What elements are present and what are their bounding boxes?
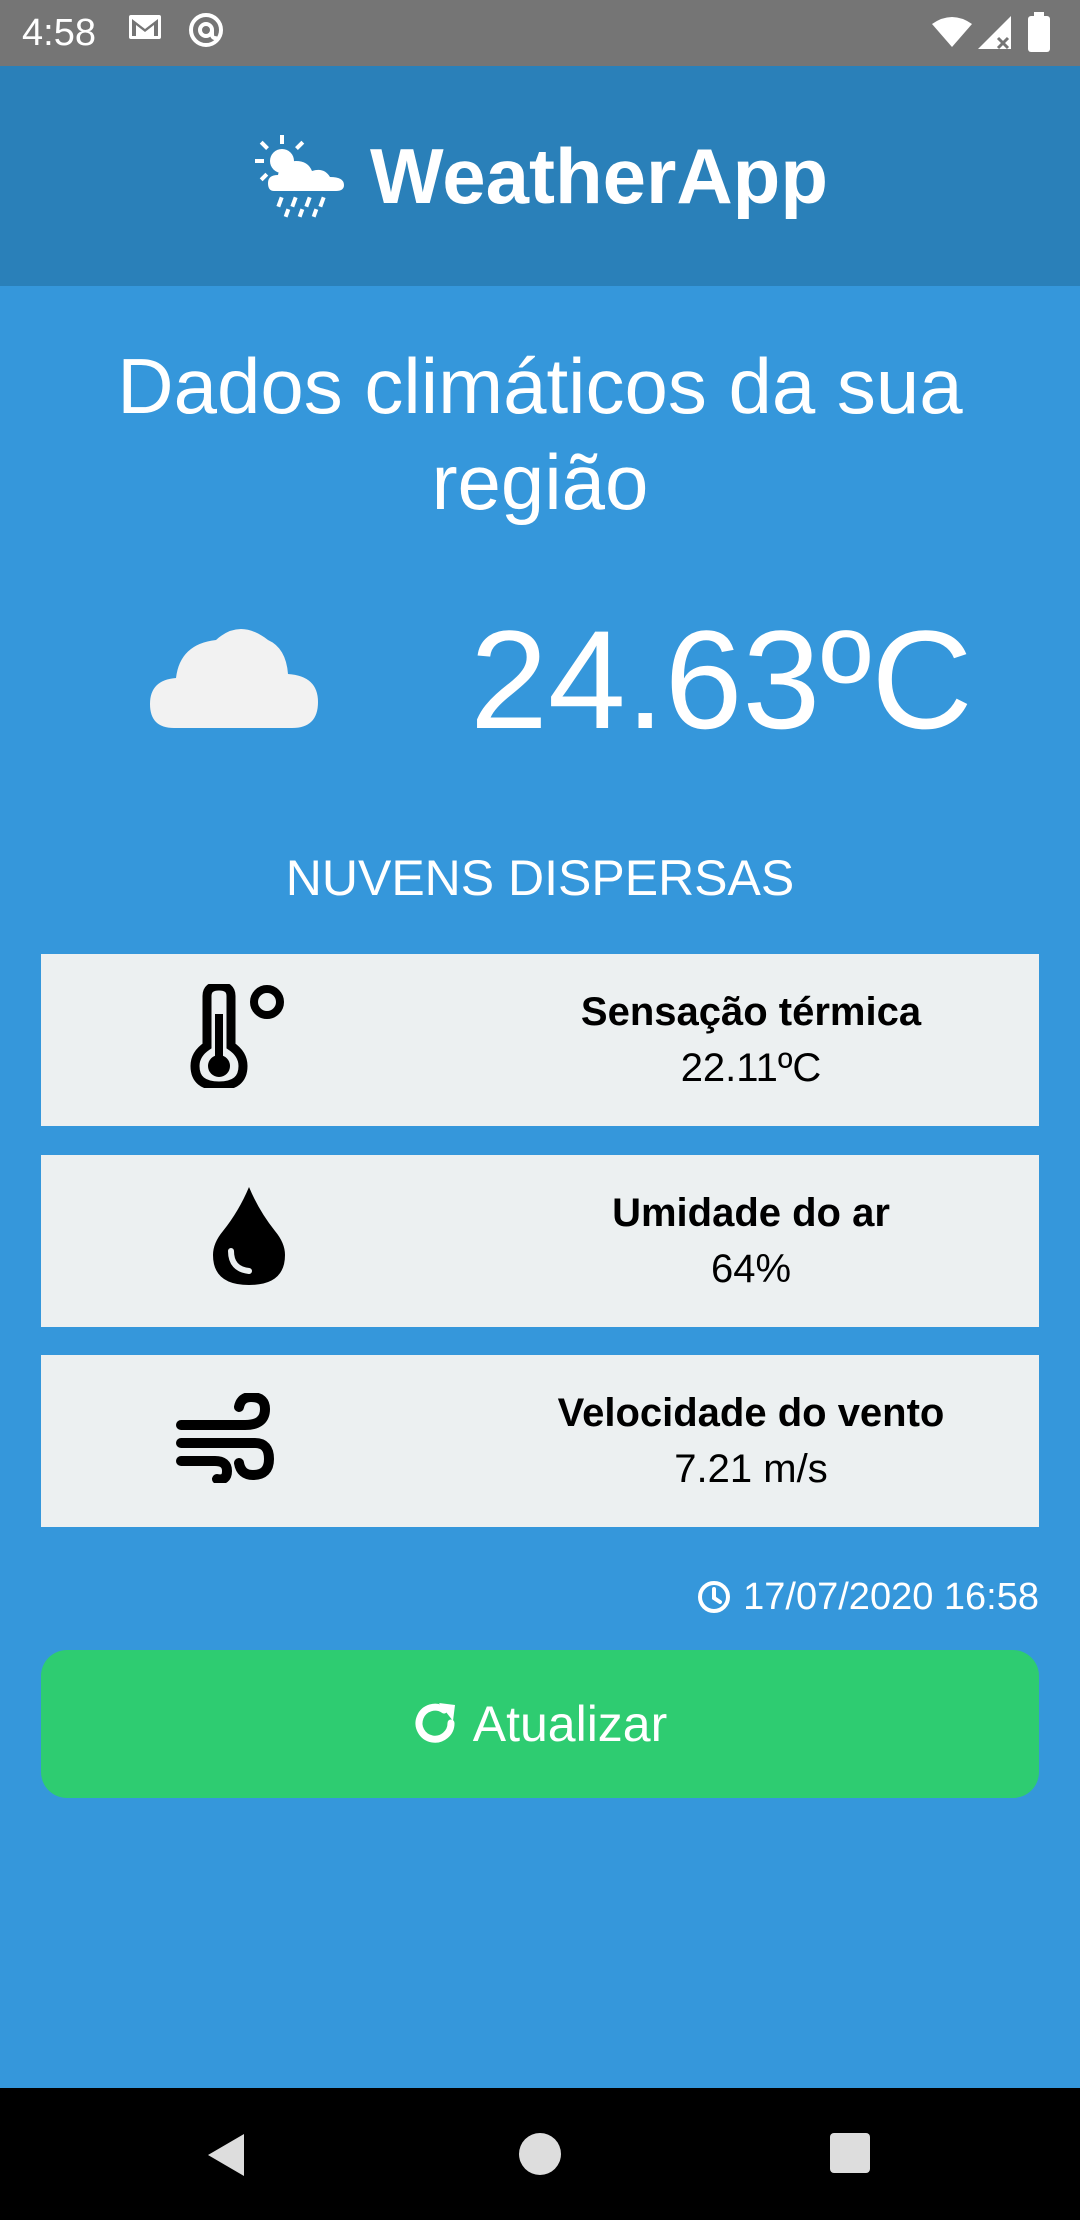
home-icon[interactable] <box>518 2132 562 2176</box>
temperature-value: 24.63ºC <box>470 601 973 758</box>
water-drop-icon <box>213 1187 285 1285</box>
card-value: 7.21 m/s <box>674 1447 828 1491</box>
status-time: 4:58 <box>22 12 96 54</box>
recents-icon[interactable] <box>829 2132 871 2174</box>
clock-icon <box>698 1581 731 1613</box>
timestamp-text: 17/07/2020 16:58 <box>743 1576 1039 1618</box>
wind-speed-card: Velocidade do vento 7.21 m/s <box>41 1355 1039 1527</box>
weather-description: NUVENS DISPERSAS <box>285 850 795 906</box>
wifi-icon <box>932 17 972 47</box>
card-label: Sensação térmica <box>580 990 922 1034</box>
refresh-button[interactable]: Atualizar <box>41 1650 1039 1798</box>
status-right <box>932 10 1062 56</box>
feels-like-text: Sensação térmica 22.11ºC <box>471 984 1031 1096</box>
page-title: Dados climáticos da sua região <box>117 342 963 526</box>
last-updated: 17/07/2020 16:58 <box>697 1570 1039 1624</box>
card-value: 22.11ºC <box>680 1046 822 1090</box>
at-sign-icon <box>189 13 223 47</box>
humidity-card: Umidade do ar 64% <box>41 1155 1039 1327</box>
thermometer-icon <box>190 984 284 1088</box>
battery-icon <box>1028 12 1050 52</box>
feels-like-card: Sensação térmica 22.11ºC <box>41 954 1039 1126</box>
card-label: Umidade do ar <box>612 1191 890 1235</box>
cloud-icon <box>150 629 318 728</box>
app-header: WeatherApp <box>0 66 1080 286</box>
app-title: WeatherApp <box>370 131 828 220</box>
humidity-text: Umidade do ar 64% <box>471 1185 1031 1297</box>
wind-icon <box>176 1393 275 1483</box>
refresh-icon <box>415 1703 455 1743</box>
card-label: Velocidade do vento <box>557 1391 945 1435</box>
status-bar: 4:58 <box>0 0 1080 66</box>
wind-speed-text: Velocidade do vento 7.21 m/s <box>471 1385 1031 1497</box>
navigation-bar <box>0 2088 1080 2220</box>
refresh-label: Atualizar <box>472 1696 668 1752</box>
gmail-icon <box>129 15 161 39</box>
card-value: 64% <box>710 1247 792 1291</box>
back-icon[interactable] <box>204 2132 248 2178</box>
signal-icon <box>978 16 1011 50</box>
screen: 4:58 WeatherApp Dados climáticos da sua … <box>0 0 1080 2220</box>
cloud-sun-rain-icon <box>255 135 345 218</box>
